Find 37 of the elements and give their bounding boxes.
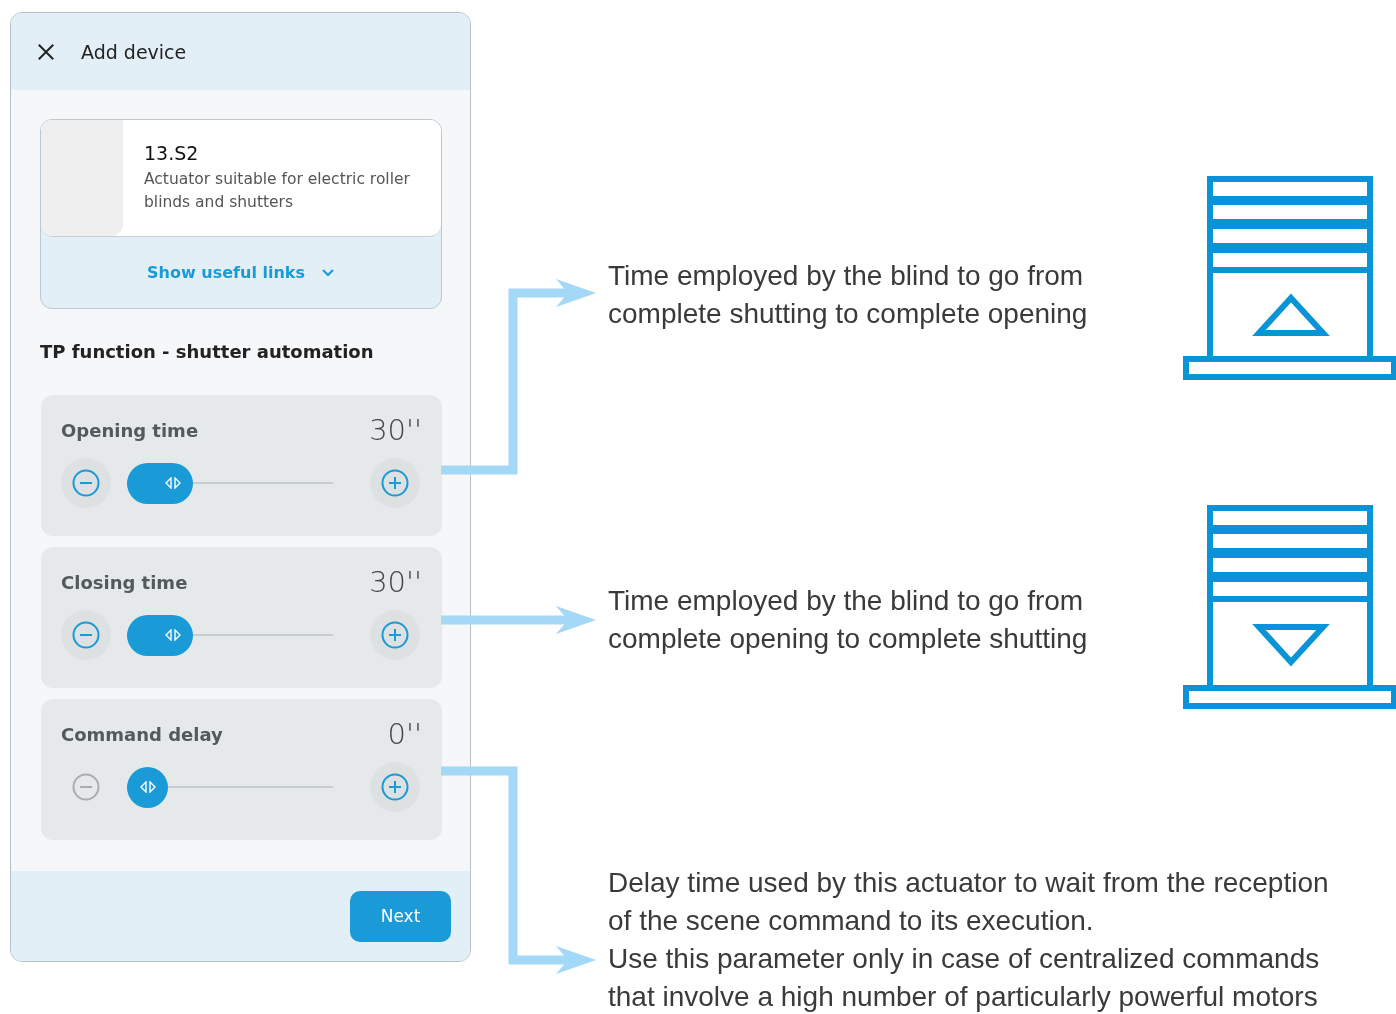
setting-value: 0'': [387, 717, 422, 751]
increase-button[interactable]: [370, 610, 420, 660]
plus-icon: [380, 772, 410, 802]
section-title: TP function - shutter automation: [40, 341, 375, 362]
annotation-text: Time employed by the blind to go from complete opening to complete shutting: [608, 584, 1088, 656]
setting-label: Closing time: [61, 571, 188, 593]
annotation-text: Delay time used by this actuator to wait from the reception of the scene command to its execution. Use this parameter only in case of centralized commands that involve a high number of particularly powerful motors: [608, 866, 1329, 1014]
chevron-down-icon: [320, 267, 335, 278]
slider-track[interactable]: [127, 766, 333, 808]
setting-value: 30'': [369, 413, 422, 447]
close-icon[interactable]: [37, 42, 55, 61]
increase-button[interactable]: [370, 458, 420, 508]
setting-value: 30'': [369, 565, 422, 599]
minus-icon: [71, 468, 101, 498]
device-name: 13.S2: [144, 142, 200, 164]
blind-up-icon: [1183, 176, 1396, 381]
useful-links-toggle[interactable]: Show useful links: [41, 237, 441, 308]
window-title: Add device: [81, 40, 187, 63]
slider-fill[interactable]: [127, 462, 193, 504]
minus-icon: [71, 772, 101, 802]
slider-fill[interactable]: [127, 766, 168, 808]
decrease-button[interactable]: [61, 458, 111, 508]
decrease-button[interactable]: [61, 610, 111, 660]
plus-icon: [380, 468, 410, 498]
device-description: Actuator suitable for electric roller blinds and shutters: [144, 169, 411, 213]
plus-icon: [380, 620, 410, 650]
blind-down-icon: [1183, 505, 1396, 710]
next-button[interactable]: Next: [350, 890, 451, 942]
setting-label: Command delay: [61, 723, 223, 745]
slider-track[interactable]: [127, 462, 333, 504]
setting-label: Opening time: [61, 419, 199, 441]
slider-fill[interactable]: [127, 614, 193, 656]
increase-button[interactable]: [370, 762, 420, 812]
minus-icon: [71, 620, 101, 650]
annotation-text: Time employed by the blind to go from complete shutting to complete opening: [608, 259, 1088, 331]
grip-arrows-icon: [138, 781, 158, 793]
slider-track[interactable]: [127, 614, 333, 656]
